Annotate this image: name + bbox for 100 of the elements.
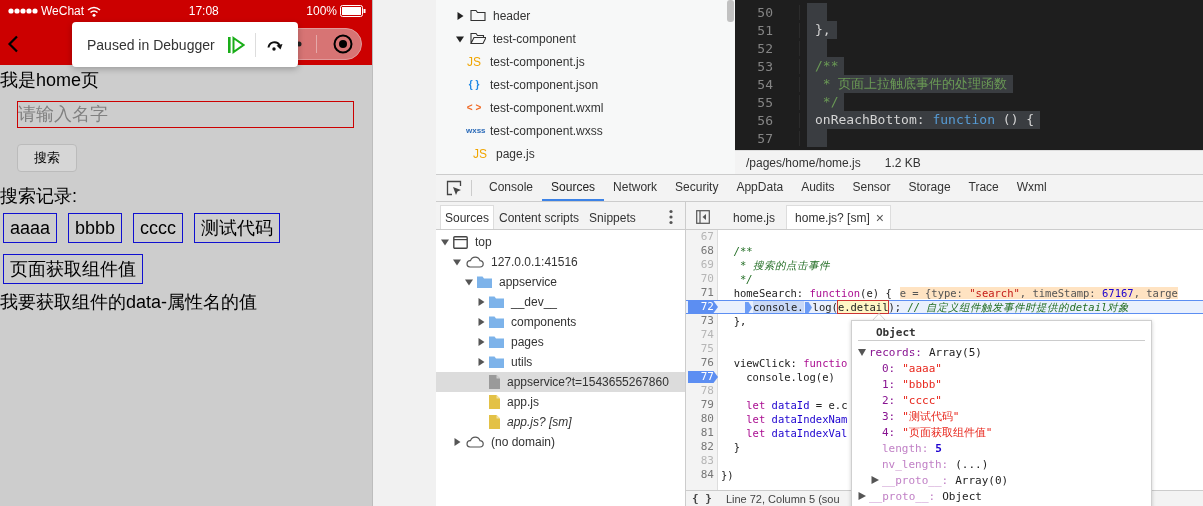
line-number: 51 <box>735 22 800 38</box>
file-path: /pages/home/home.js <box>746 155 861 170</box>
file-icon <box>489 415 500 429</box>
devtools-tab[interactable]: Storage <box>899 175 960 201</box>
history-label: 搜索记录: <box>0 185 78 208</box>
file-name[interactable]: test-component.wxml <box>490 100 604 115</box>
line-number: 73 <box>699 315 715 327</box>
battery-percent: 100% <box>306 4 337 18</box>
tree-item[interactable]: components <box>511 315 577 329</box>
folder-open-icon <box>470 32 486 45</box>
tree-item[interactable]: appservice?t=1543655267860 <box>507 375 669 389</box>
caret-down-icon[interactable] <box>858 348 866 356</box>
file-icon <box>489 375 500 389</box>
tree-item[interactable]: pages <box>511 335 544 349</box>
devtools-tab[interactable]: Wxml <box>1007 175 1056 201</box>
search-button[interactable]: 搜索 <box>17 144 77 172</box>
tree-item[interactable]: (no domain) <box>491 435 556 449</box>
tree-item[interactable]: utils <box>511 355 533 369</box>
file-name[interactable]: test-component.js <box>490 54 585 69</box>
history-tag[interactable]: bbbb <box>68 213 123 243</box>
tree-item[interactable]: app.js <box>507 395 540 409</box>
editor-tab[interactable]: home.js <box>724 205 783 229</box>
history-tag[interactable]: 页面获取组件值 <box>3 254 143 284</box>
editor-tab[interactable]: home.js? [sm] × <box>786 205 891 229</box>
line-number: 53 <box>735 58 800 74</box>
property-key: __proto__: <box>882 473 949 487</box>
resume-icon[interactable] <box>226 35 245 54</box>
caret-right-icon[interactable] <box>477 358 485 366</box>
caret-right-icon[interactable] <box>871 476 879 484</box>
caret-down-icon[interactable] <box>453 258 461 266</box>
line-number: 81 <box>699 427 715 439</box>
file-name[interactable]: page.js <box>496 146 535 161</box>
folder-icon <box>489 356 504 368</box>
property-key: length: <box>882 441 929 455</box>
devtools-tab[interactable]: Sensor <box>843 175 900 201</box>
property-value: "页面获取组件值" <box>902 424 993 440</box>
history-tag[interactable]: 测试代码 <box>194 213 281 243</box>
tree-item[interactable]: top <box>475 235 492 249</box>
code-line: }) <box>721 469 734 481</box>
cloud-icon <box>465 256 484 268</box>
file-name[interactable]: header <box>493 8 531 23</box>
page-text: 我要获取组件的data-属性名的值 <box>0 291 259 314</box>
popover-title: Object <box>858 325 1145 341</box>
tree-item[interactable]: 127.0.0.1:41516 <box>491 255 578 269</box>
tree-item[interactable]: __dev__ <box>511 295 558 309</box>
sidebar-toggle-icon[interactable] <box>696 210 710 224</box>
file-name[interactable]: test-component.wxss <box>490 123 603 138</box>
devtools-tab[interactable]: Network <box>604 175 667 201</box>
caret-down-icon[interactable] <box>465 278 473 286</box>
file-name[interactable]: test-component <box>493 31 576 46</box>
property-value: "bbbb" <box>902 377 942 391</box>
navigator-tab[interactable]: Snippets <box>584 205 641 229</box>
caret-right-icon[interactable] <box>477 318 485 326</box>
step-over-icon[interactable] <box>265 38 283 51</box>
caret-right-icon[interactable] <box>453 438 461 446</box>
file-type-icon: { } <box>466 79 482 90</box>
code-line: }, <box>732 315 747 327</box>
line-number: 71 <box>699 287 715 299</box>
line-number: 52 <box>735 40 800 56</box>
property-value: Array(0) <box>955 473 1009 487</box>
back-icon[interactable] <box>7 34 19 53</box>
code-line: console.log(e) <box>745 371 835 383</box>
pretty-print-button[interactable]: { } <box>692 492 712 505</box>
tree-row-highlight[interactable]: appservice?t=1543655267860 <box>436 372 685 392</box>
inspect-icon[interactable] <box>446 180 462 196</box>
devtools-tab[interactable]: Audits <box>792 175 844 201</box>
navigator-tab[interactable]: Sources <box>440 205 495 229</box>
property-value: Array(5) <box>929 345 982 359</box>
code-line: /** <box>732 245 753 257</box>
caret-right-icon[interactable] <box>477 338 485 346</box>
line-number: 75 <box>699 343 715 355</box>
devtools-tab[interactable]: Trace <box>959 175 1008 201</box>
devtools-tab[interactable]: AppData <box>727 175 793 201</box>
devtools-tab[interactable]: Console <box>480 175 543 201</box>
battery-icon <box>340 5 366 17</box>
property-value: Object <box>942 489 982 503</box>
history-tag[interactable]: cccc <box>133 213 184 243</box>
line-number: 82 <box>699 441 715 453</box>
file-type-icon: < > <box>466 102 482 113</box>
close-button[interactable]: × <box>875 209 884 226</box>
caret-down-icon[interactable] <box>456 34 464 43</box>
code-line: let dataIndexNam <box>745 413 848 425</box>
page-title: 我是home页 <box>0 69 101 92</box>
file-name[interactable]: test-component.json <box>490 77 599 92</box>
more-icon[interactable] <box>669 209 673 225</box>
navigator-tab[interactable]: Content scripts <box>494 205 585 229</box>
caret-right-icon[interactable] <box>858 492 866 500</box>
caret-down-icon[interactable] <box>441 238 449 246</box>
caret-right-icon[interactable] <box>456 11 464 20</box>
popup-label: Paused in Debugger <box>87 36 215 53</box>
caret-right-icon[interactable] <box>477 298 485 306</box>
scrollbar-thumb[interactable] <box>727 0 734 22</box>
record-icon[interactable] <box>331 32 354 55</box>
property-value: "aaaa" <box>902 361 942 375</box>
history-tag[interactable]: aaaa <box>3 213 58 243</box>
tree-item[interactable]: app.js? [sm] <box>507 415 572 429</box>
code-text: console. <box>753 301 804 313</box>
devtools-tab[interactable]: Security <box>666 175 728 201</box>
name-input[interactable]: 请输入名字 <box>17 101 354 128</box>
tree-item[interactable]: appservice <box>499 275 558 289</box>
